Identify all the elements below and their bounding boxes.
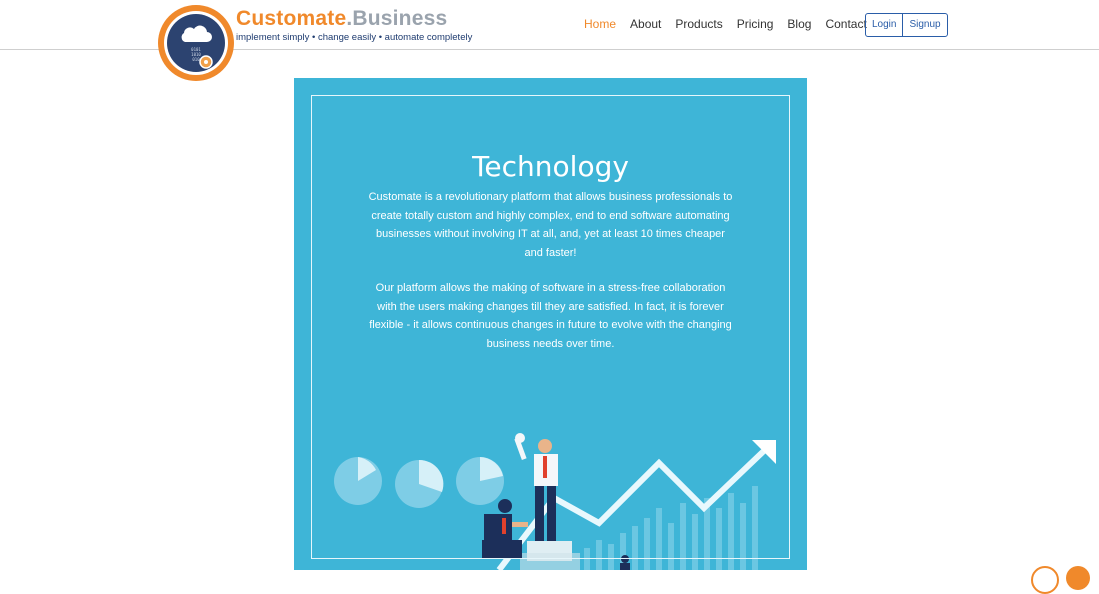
auth-group: Login Signup xyxy=(865,13,948,37)
login-button[interactable]: Login xyxy=(866,14,902,36)
main-nav: Home About Products Pricing Blog Contact xyxy=(584,17,881,31)
brand-tagline: implement simply • change easily • autom… xyxy=(236,32,473,43)
svg-text:010: 010 xyxy=(192,57,200,62)
brand[interactable]: Customate.Business implement simply • ch… xyxy=(236,6,472,43)
nav-about[interactable]: About xyxy=(630,17,661,31)
paragraph-2: Our platform allows the making of softwa… xyxy=(369,282,732,350)
chat-button-icon[interactable] xyxy=(1031,566,1059,594)
nav-blog[interactable]: Blog xyxy=(787,17,811,31)
section-title: Technology xyxy=(472,150,629,183)
logo-icon[interactable]: 0101 1010 010 xyxy=(156,3,236,83)
card-frame: Technology Customate is a revolutionary … xyxy=(311,95,790,559)
brand-name: Customate.Business xyxy=(236,6,472,32)
brand-name-part1: Customate xyxy=(236,7,347,30)
nav-home[interactable]: Home xyxy=(584,17,616,31)
technology-card: Technology Customate is a revolutionary … xyxy=(294,78,807,570)
signup-button[interactable]: Signup xyxy=(902,14,946,36)
site-header: 0101 1010 010 Customate.Business impleme… xyxy=(0,0,1099,81)
brand-name-part2: .Business xyxy=(346,7,448,30)
nav-contact[interactable]: Contact xyxy=(825,17,866,31)
paragraph-1: Customate is a revolutionary platform th… xyxy=(368,191,733,259)
nav-products[interactable]: Products xyxy=(675,17,722,31)
nav-pricing[interactable]: Pricing xyxy=(737,17,774,31)
